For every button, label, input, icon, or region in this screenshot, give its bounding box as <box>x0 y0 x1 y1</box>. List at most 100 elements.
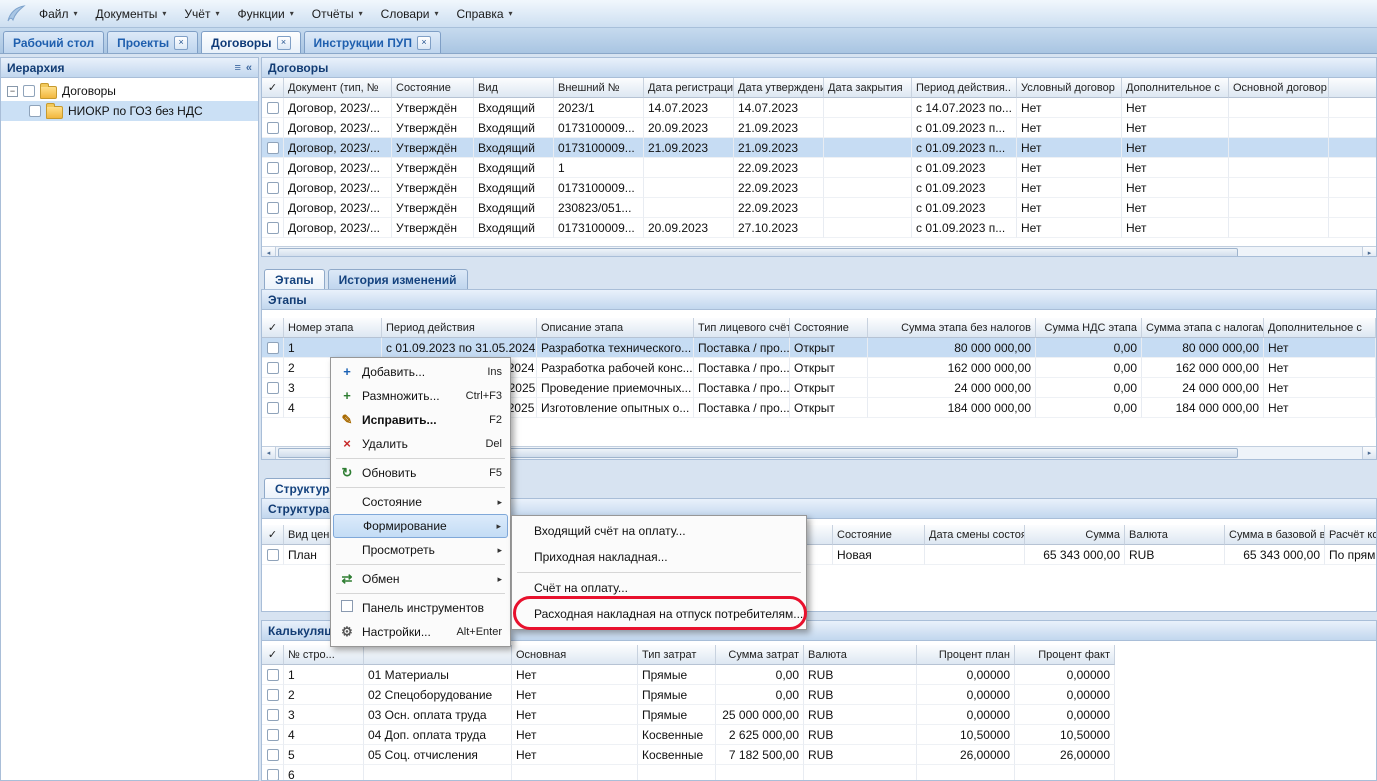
column-header[interactable] <box>364 645 512 665</box>
column-header[interactable]: Документ (тип, № <box>284 78 392 98</box>
menu-item-view[interactable]: Просмотреть▸ <box>333 538 508 562</box>
column-header[interactable]: Сумма в базовой в <box>1225 525 1325 545</box>
row-checkbox[interactable] <box>267 689 279 701</box>
menu-item-toolbar[interactable]: Панель инструментов <box>333 596 508 620</box>
menu-reports[interactable]: Отчёты▾ <box>303 0 372 27</box>
column-header[interactable]: Дата утверждения <box>734 78 824 98</box>
table-row[interactable]: Договор, 2023/...УтверждёнВходящий017310… <box>262 178 1376 198</box>
tab-instructions[interactable]: Инструкции ПУП× <box>304 31 441 53</box>
menu-item-delete[interactable]: ×УдалитьDel <box>333 432 508 456</box>
table-row[interactable]: 404 Доп. оплата трудаНетКосвенные2 625 0… <box>262 725 1115 745</box>
tab-projects[interactable]: Проекты× <box>107 31 198 53</box>
table-row[interactable]: 6 <box>262 765 1115 780</box>
close-icon[interactable]: × <box>417 36 431 50</box>
collapse-node-icon[interactable]: − <box>7 86 18 97</box>
column-header[interactable]: Состояние <box>833 525 925 545</box>
tab-stages[interactable]: Этапы <box>264 269 325 289</box>
column-header[interactable]: Дополнительное с <box>1264 318 1376 338</box>
table-row[interactable]: Договор, 2023/...УтверждёнВходящий230823… <box>262 198 1376 218</box>
menu-item-duplicate[interactable]: +Размножить...Ctrl+F3 <box>333 384 508 408</box>
column-header[interactable]: Валюта <box>804 645 917 665</box>
menu-dictionaries[interactable]: Словари▾ <box>372 0 448 27</box>
row-checkbox[interactable] <box>267 709 279 721</box>
select-all-header[interactable]: ✓ <box>262 78 284 98</box>
row-checkbox[interactable] <box>267 549 279 561</box>
row-checkbox[interactable] <box>267 162 279 174</box>
menu-accounting[interactable]: Учёт▾ <box>175 0 228 27</box>
submenu-item-incoming-invoice[interactable]: Входящий счёт на оплату... <box>514 518 804 544</box>
menu-item-add[interactable]: +Добавить...Ins <box>333 360 508 384</box>
column-header[interactable]: Состояние <box>392 78 474 98</box>
scroll-right-button[interactable]: ▸ <box>1362 447 1376 459</box>
tree-item-contracts[interactable]: − Договоры <box>1 81 258 101</box>
row-checkbox[interactable] <box>267 222 279 234</box>
menu-item-refresh[interactable]: ↻ОбновитьF5 <box>333 461 508 485</box>
row-checkbox[interactable] <box>267 402 279 414</box>
row-checkbox[interactable] <box>267 202 279 214</box>
column-header[interactable]: Основная <box>512 645 638 665</box>
table-row[interactable]: 202 СпецоборудованиеНетПрямые0,00RUB0,00… <box>262 685 1115 705</box>
row-checkbox[interactable] <box>267 142 279 154</box>
tab-contracts[interactable]: Договоры× <box>201 31 300 53</box>
column-header[interactable]: Расчёт ко <box>1325 525 1376 545</box>
column-header[interactable]: Описание этапа <box>537 318 694 338</box>
menu-item-settings[interactable]: ⚙Настройки...Alt+Enter <box>333 620 508 644</box>
tab-history[interactable]: История изменений <box>328 269 468 289</box>
scrollbar-thumb[interactable] <box>278 248 1238 257</box>
table-row[interactable]: Договор, 2023/...УтверждёнВходящий017310… <box>262 118 1376 138</box>
row-checkbox[interactable] <box>267 362 279 374</box>
row-checkbox[interactable] <box>267 122 279 134</box>
menu-file[interactable]: Файл▾ <box>30 0 87 27</box>
column-header[interactable]: Сумма затрат <box>716 645 804 665</box>
column-header[interactable]: Валюта <box>1125 525 1225 545</box>
table-row[interactable]: 505 Соц. отчисленияНетКосвенные7 182 500… <box>262 745 1115 765</box>
menu-item-edit[interactable]: ✎Исправить...F2 <box>333 408 508 432</box>
menu-functions[interactable]: Функции▾ <box>228 0 302 27</box>
row-checkbox[interactable] <box>267 102 279 114</box>
column-header[interactable]: Процент план <box>917 645 1015 665</box>
select-all-header[interactable]: ✓ <box>262 645 284 665</box>
table-row[interactable]: 303 Осн. оплата трудаНетПрямые25 000 000… <box>262 705 1115 725</box>
menu-documents[interactable]: Документы▾ <box>87 0 176 27</box>
column-header[interactable]: Вид <box>474 78 554 98</box>
row-checkbox[interactable] <box>267 749 279 761</box>
row-checkbox[interactable] <box>267 342 279 354</box>
select-all-header[interactable]: ✓ <box>262 318 284 338</box>
table-row[interactable]: 1с 01.09.2023 по 31.05.2024Разработка те… <box>262 338 1376 358</box>
column-header[interactable]: Сумма НДС этапа <box>1036 318 1142 338</box>
column-header[interactable]: Сумма <box>1025 525 1125 545</box>
column-header[interactable]: Сумма этапа без налогов <box>868 318 1036 338</box>
column-header[interactable] <box>1329 78 1376 98</box>
column-header[interactable]: Условный договор <box>1017 78 1122 98</box>
row-checkbox[interactable] <box>267 182 279 194</box>
row-checkbox[interactable] <box>267 669 279 681</box>
close-icon[interactable]: × <box>174 36 188 50</box>
column-header[interactable]: № стро... <box>284 645 364 665</box>
tree-item-niokr[interactable]: НИОКР по ГОЗ без НДС <box>1 101 258 121</box>
submenu-item-receipt-note[interactable]: Приходная накладная... <box>514 544 804 570</box>
column-header[interactable]: Состояние <box>790 318 868 338</box>
column-header[interactable]: Сумма этапа с налогами <box>1142 318 1264 338</box>
table-row[interactable]: Договор, 2023/...УтверждёнВходящий122.09… <box>262 158 1376 178</box>
horizontal-scrollbar[interactable]: ◂ ▸ <box>262 246 1376 257</box>
checkbox[interactable] <box>23 85 35 97</box>
table-row[interactable]: Договор, 2023/...УтверждёнВходящий017310… <box>262 138 1376 158</box>
scroll-left-button[interactable]: ◂ <box>262 247 276 257</box>
column-header[interactable]: Период действия.. <box>912 78 1017 98</box>
menu-item-generate[interactable]: Формирование▸ <box>333 514 508 538</box>
column-header[interactable]: Дата закрытия <box>824 78 912 98</box>
menu-help[interactable]: Справка▾ <box>447 0 521 27</box>
table-row[interactable]: 101 МатериалыНетПрямые0,00RUB0,000000,00… <box>262 665 1115 685</box>
submenu-item-expense-note[interactable]: Расходная накладная на отпуск потребител… <box>514 601 804 627</box>
column-header[interactable]: Основной договор <box>1229 78 1329 98</box>
column-header[interactable]: Внешний № <box>554 78 644 98</box>
checkbox[interactable] <box>29 105 41 117</box>
column-header[interactable]: Номер этапа <box>284 318 382 338</box>
close-icon[interactable]: × <box>277 36 291 50</box>
table-row[interactable]: Договор, 2023/...УтверждёнВходящий017310… <box>262 218 1376 238</box>
column-header[interactable]: Дата регистрации <box>644 78 734 98</box>
row-checkbox[interactable] <box>267 769 279 780</box>
collapse-panel-icon[interactable]: « <box>246 62 252 74</box>
select-all-header[interactable]: ✓ <box>262 525 284 545</box>
menu-item-exchange[interactable]: ⇄Обмен▸ <box>333 567 508 591</box>
